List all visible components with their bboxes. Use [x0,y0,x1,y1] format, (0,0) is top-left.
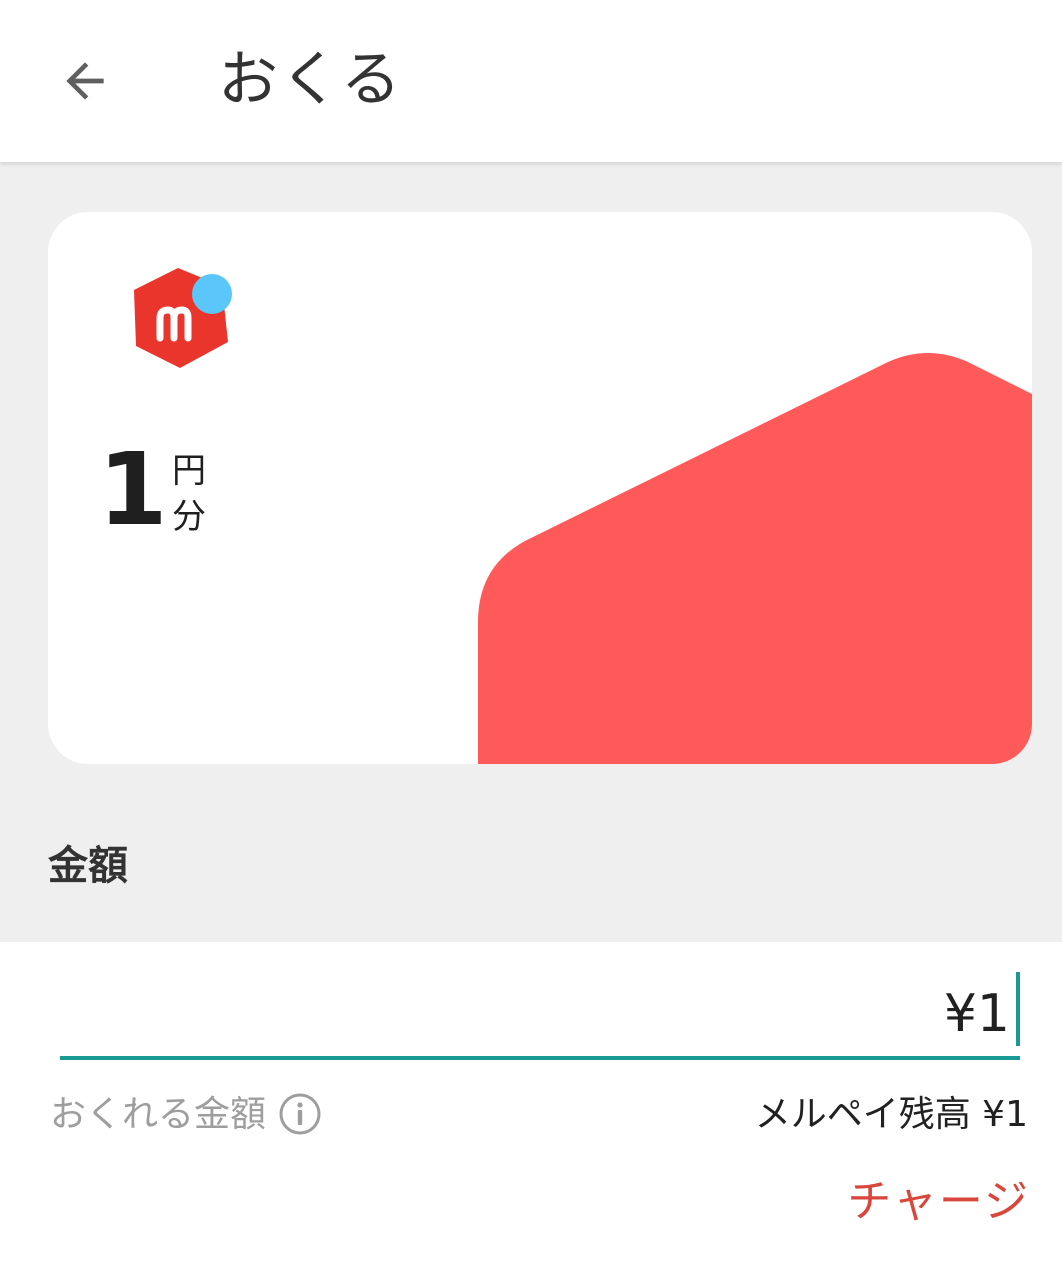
info-circle-icon[interactable] [278,1092,322,1136]
amount-input-value[interactable]: ¥1 [944,978,1010,1050]
unit-bun: 分 [172,497,206,537]
arrow-left-icon [66,62,104,100]
mercari-logo [134,268,232,368]
text-caret [1016,972,1020,1046]
amount-input-field[interactable]: ¥1 [60,972,1020,1060]
amount-input-panel: ¥1 おくれる金額 メルペイ残高 ¥1 チャージ [0,942,1062,1280]
gift-card-preview: 1 円 分 [48,212,1032,764]
charge-button[interactable]: チャージ [847,1172,1030,1232]
card-amount: 1 [98,431,168,548]
unit-yen: 円 [172,451,206,491]
back-button[interactable] [40,36,130,126]
card-amount-unit: 円 分 [172,448,212,540]
amount-section-label: 金額 [48,843,128,889]
page-title: おくる [218,45,403,115]
app-bar: おくる [0,0,1062,162]
merpay-balance: メルペイ残高 ¥1 [754,1094,1028,1135]
sendable-amount-label: おくれる金額 [50,1094,267,1135]
